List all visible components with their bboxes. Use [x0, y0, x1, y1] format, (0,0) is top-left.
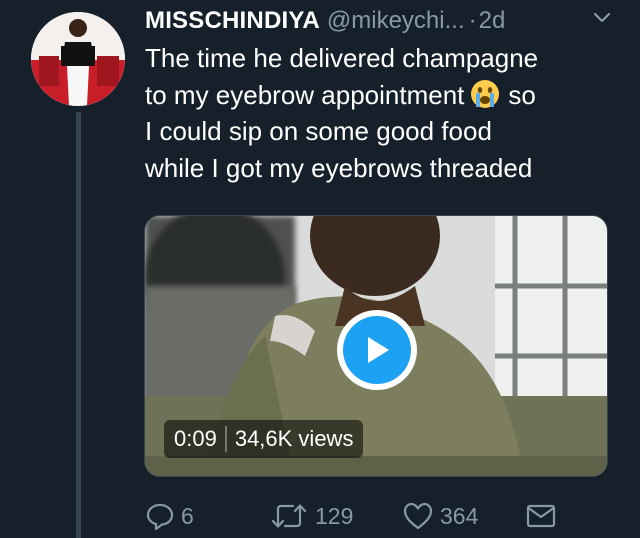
- tweet-text-line: I could sip on some good food: [145, 116, 492, 146]
- tweet-text-fragment: to my eyebrow appointment: [145, 79, 465, 110]
- play-icon: [368, 337, 389, 363]
- video-duration: 0:09: [174, 426, 217, 451]
- play-button[interactable]: [337, 310, 417, 390]
- retweet-icon: [271, 504, 307, 528]
- thread-line: [76, 112, 81, 538]
- action-bar: 6 129 364: [145, 498, 585, 534]
- video-meta-badge: 0:09 34,6K views: [164, 420, 364, 458]
- tweet-text-line: while I got my eyebrows threaded: [145, 152, 533, 183]
- message-icon: [526, 504, 556, 528]
- tweet-text-line: The time he delivered champagne: [145, 43, 539, 73]
- video-player[interactable]: 0:09 34,6K views: [144, 215, 608, 477]
- like-button[interactable]: 364: [402, 498, 478, 534]
- user-handle[interactable]: @mikeychi...: [327, 7, 465, 35]
- tweet-header: MISSCHINDIYA @mikeychi... · 2d: [145, 6, 625, 36]
- reply-button[interactable]: 6: [145, 498, 194, 534]
- avatar[interactable]: [31, 12, 125, 106]
- message-button[interactable]: [525, 498, 557, 534]
- tweet-text-fragment: so: [508, 79, 536, 110]
- reply-count: 6: [181, 502, 194, 529]
- retweet-button[interactable]: 129: [269, 498, 353, 534]
- reply-icon: [146, 503, 174, 531]
- crying-face-emoji-icon: [471, 79, 500, 108]
- avatar-image: [31, 12, 125, 106]
- tweet-text-line: to my eyebrow appointment so: [145, 77, 615, 114]
- like-count: 364: [440, 502, 479, 529]
- display-name[interactable]: MISSCHINDIYA: [145, 7, 320, 35]
- separator-dot: ·: [468, 7, 477, 34]
- video-meta-divider: [224, 426, 227, 452]
- play-button-inner: [343, 316, 411, 384]
- video-views: 34,6K views: [234, 426, 354, 451]
- like-icon: [403, 502, 433, 530]
- retweet-count: 129: [315, 502, 354, 529]
- timestamp[interactable]: 2d: [479, 7, 506, 35]
- chevron-down-icon[interactable]: [592, 10, 612, 26]
- tweet-text: The time he delivered champagne to my ey…: [145, 40, 615, 186]
